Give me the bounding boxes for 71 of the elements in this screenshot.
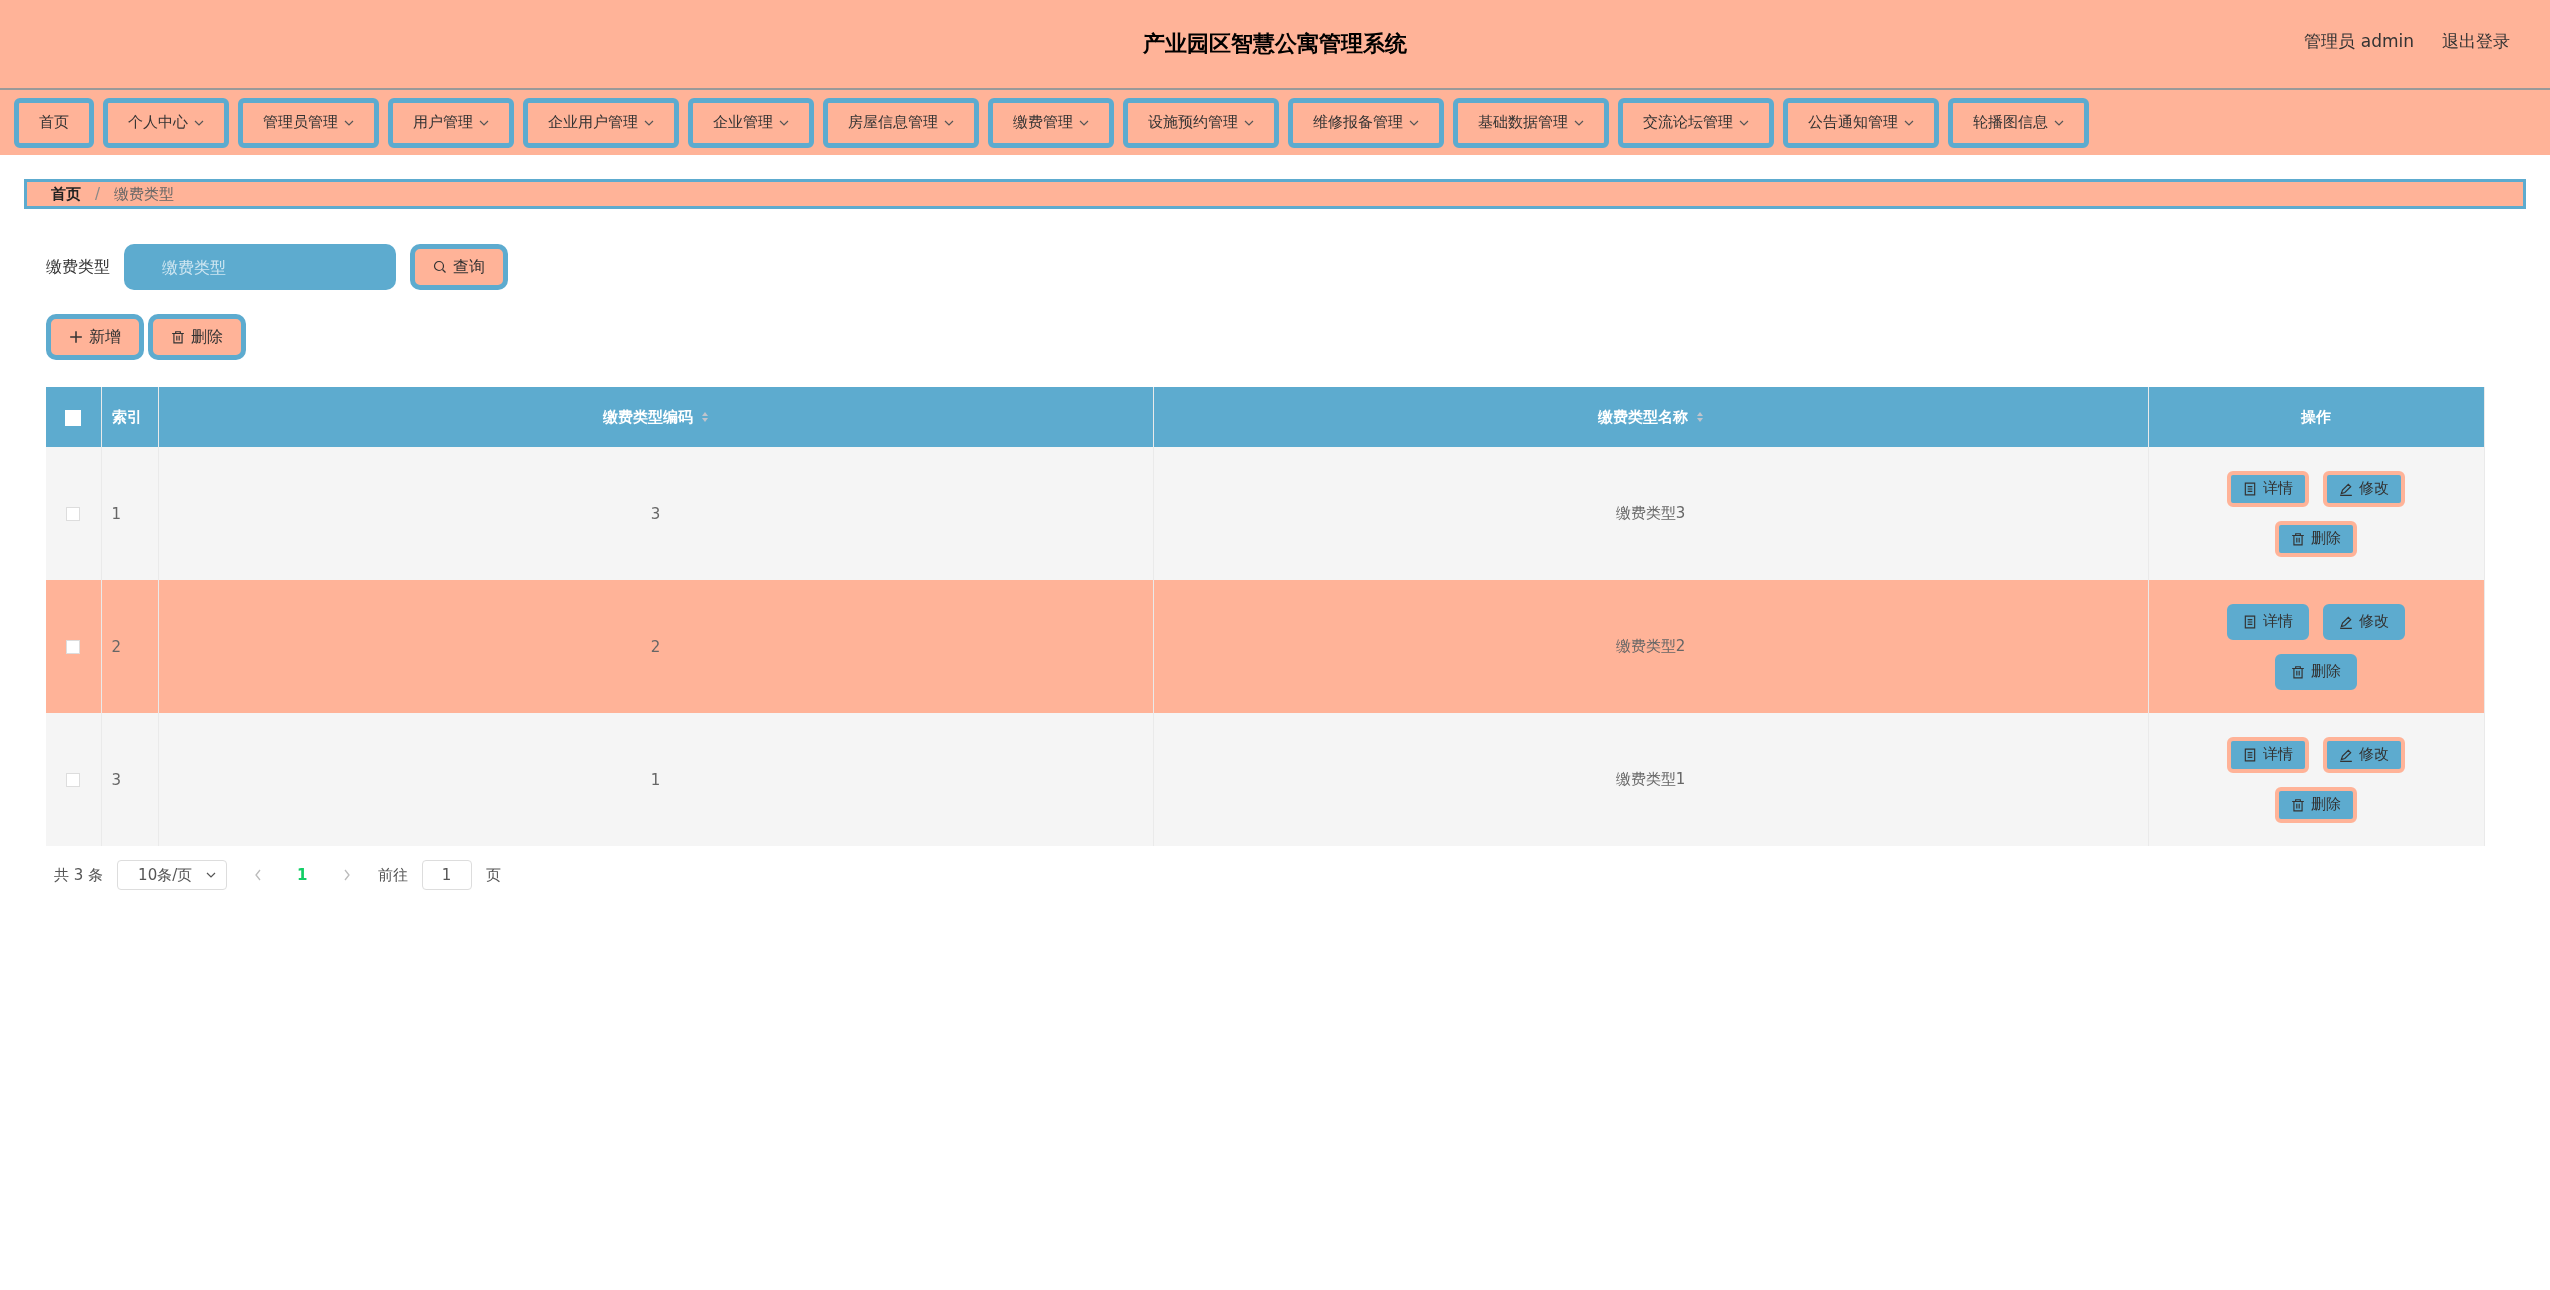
nav-menu-item[interactable]: 轮播图信息 bbox=[1948, 97, 2089, 148]
edit-button[interactable]: 修改 bbox=[2323, 736, 2406, 773]
column-header: 缴费类型编码 bbox=[602, 407, 693, 426]
nav-menu-item[interactable]: 维修报备管理 bbox=[1288, 97, 1444, 148]
table-cell: 1 bbox=[111, 504, 122, 523]
nav-menu-item[interactable]: 公告通知管理 bbox=[1783, 97, 1939, 148]
table-cell: 3 bbox=[111, 770, 122, 789]
nav-menu-item[interactable]: 缴费管理 bbox=[988, 97, 1114, 148]
table-cell: 2 bbox=[111, 637, 122, 656]
column-header: 索引 bbox=[111, 407, 142, 426]
document-icon bbox=[2243, 614, 2258, 629]
trash-icon bbox=[2291, 664, 2306, 679]
page-suffix: 页 bbox=[485, 865, 501, 885]
total-count: 共 3 条 bbox=[54, 865, 104, 885]
nav-menu-item[interactable]: 首页 bbox=[14, 97, 94, 148]
delete-button[interactable]: 删除 bbox=[2275, 653, 2358, 690]
table-cell: 3 bbox=[650, 504, 661, 523]
caret-icon bbox=[206, 872, 217, 878]
nav-menu-item[interactable]: 用户管理 bbox=[388, 97, 514, 148]
pencil-icon bbox=[2339, 614, 2354, 629]
detail-button[interactable]: 详情 bbox=[2227, 736, 2310, 773]
select-all-checkbox[interactable] bbox=[65, 409, 82, 426]
breadcrumb-item[interactable]: 首页 bbox=[51, 184, 81, 204]
add-button[interactable]: 新增 bbox=[46, 314, 144, 360]
column-header: 缴费类型名称 bbox=[1597, 407, 1688, 426]
table-cell: 缴费类型3 bbox=[1615, 504, 1686, 522]
nav-menu-item[interactable]: 个人中心 bbox=[103, 97, 229, 148]
column-header: 操作 bbox=[2301, 407, 2332, 426]
table-cell: 缴费类型2 bbox=[1615, 637, 1686, 655]
breadcrumb-separator: / bbox=[95, 185, 101, 203]
app-title: 产业园区智慧公寓管理系统 bbox=[1143, 30, 1407, 58]
trash-icon bbox=[2291, 531, 2306, 546]
row-checkbox[interactable] bbox=[66, 507, 81, 521]
nav-menu-item[interactable]: 交流论坛管理 bbox=[1618, 97, 1774, 148]
nav-menu-item[interactable]: 基础数据管理 bbox=[1453, 97, 1609, 148]
pencil-icon bbox=[2339, 747, 2354, 762]
trash-icon bbox=[171, 330, 185, 344]
nav-menu-item[interactable]: 企业用户管理 bbox=[523, 97, 679, 148]
nav-menu-item[interactable]: 管理员管理 bbox=[238, 97, 379, 148]
document-icon bbox=[2243, 481, 2258, 496]
search-button[interactable]: 查询 bbox=[410, 244, 508, 290]
page-size-select[interactable]: 10条/页 bbox=[117, 860, 228, 890]
sort-icon[interactable] bbox=[700, 411, 709, 423]
nav-menu-item[interactable]: 设施预约管理 bbox=[1123, 97, 1279, 148]
search-label: 缴费类型 bbox=[46, 256, 110, 278]
goto-label: 前往 bbox=[377, 865, 408, 885]
document-icon bbox=[2243, 747, 2258, 762]
search-field[interactable]: 缴费类型 bbox=[124, 244, 396, 290]
nav-menu-item[interactable]: 房屋信息管理 bbox=[823, 97, 979, 148]
table-cell: 缴费类型1 bbox=[1615, 770, 1686, 788]
sort-icon[interactable] bbox=[1695, 411, 1704, 423]
pencil-icon bbox=[2339, 481, 2354, 496]
logout-link[interactable]: 退出登录 bbox=[2442, 30, 2510, 53]
row-checkbox[interactable] bbox=[66, 640, 81, 654]
trash-icon bbox=[2291, 797, 2306, 812]
nav-menu-item[interactable]: 企业管理 bbox=[688, 97, 814, 148]
row-checkbox[interactable] bbox=[66, 773, 81, 787]
delete-button[interactable]: 删除 bbox=[148, 314, 246, 360]
delete-button[interactable]: 删除 bbox=[2275, 786, 2358, 823]
edit-button[interactable]: 修改 bbox=[2323, 603, 2406, 640]
edit-button[interactable]: 修改 bbox=[2323, 470, 2406, 507]
breadcrumb-item: 缴费类型 bbox=[114, 184, 175, 204]
table-cell: 1 bbox=[650, 770, 661, 789]
user-name: 管理员 admin bbox=[2304, 30, 2414, 53]
search-icon bbox=[433, 260, 447, 274]
detail-button[interactable]: 详情 bbox=[2227, 603, 2310, 640]
table-cell: 2 bbox=[650, 637, 661, 656]
delete-button[interactable]: 删除 bbox=[2275, 520, 2358, 557]
plus-icon bbox=[69, 330, 83, 344]
detail-button[interactable]: 详情 bbox=[2227, 470, 2310, 507]
page-input[interactable]: 1 bbox=[421, 860, 472, 890]
